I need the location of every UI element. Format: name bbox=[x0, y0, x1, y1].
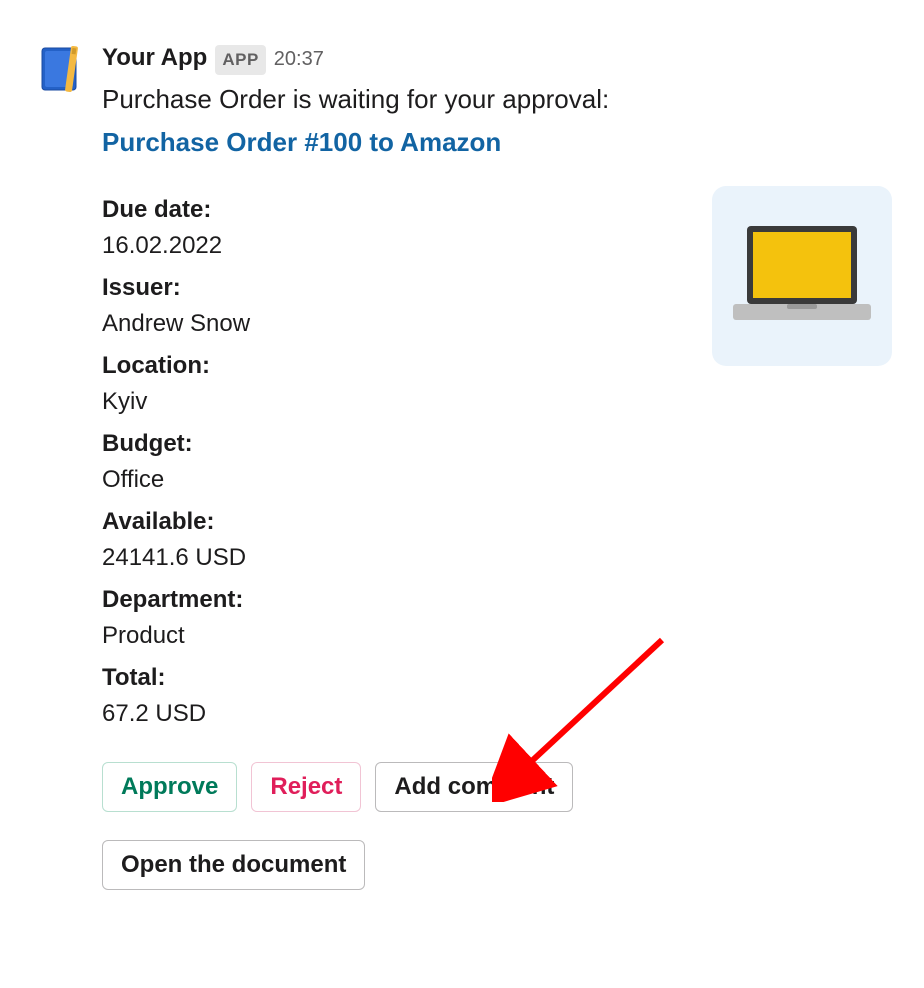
available-value: 24141.6 USD bbox=[102, 540, 688, 576]
due-date-label: Due date: bbox=[102, 192, 688, 228]
intro-text: Purchase Order is waiting for your appro… bbox=[102, 80, 892, 119]
item-thumbnail bbox=[712, 186, 892, 366]
location-label: Location: bbox=[102, 348, 688, 384]
department-label: Department: bbox=[102, 582, 688, 618]
add-comment-button[interactable]: Add comment bbox=[375, 762, 573, 812]
approve-button[interactable]: Approve bbox=[102, 762, 237, 812]
app-badge: APP bbox=[215, 45, 265, 75]
open-document-button[interactable]: Open the document bbox=[102, 840, 365, 890]
app-name: Your App bbox=[102, 40, 207, 76]
reject-button[interactable]: Reject bbox=[251, 762, 361, 812]
total-label: Total: bbox=[102, 660, 688, 696]
purchase-order-link[interactable]: Purchase Order #100 to Amazon bbox=[102, 123, 501, 162]
notebook-icon bbox=[32, 40, 88, 96]
available-label: Available: bbox=[102, 504, 688, 540]
budget-label: Budget: bbox=[102, 426, 688, 462]
message-header: Your App APP 20:37 bbox=[102, 40, 892, 76]
details-row: Due date: 16.02.2022 Issuer: Andrew Snow… bbox=[102, 186, 892, 738]
timestamp: 20:37 bbox=[274, 44, 324, 74]
department-value: Product bbox=[102, 618, 688, 654]
laptop-icon bbox=[727, 216, 877, 336]
slack-message: Your App APP 20:37 Purchase Order is wai… bbox=[32, 40, 892, 890]
budget-value: Office bbox=[102, 462, 688, 498]
app-avatar bbox=[32, 40, 88, 96]
action-buttons: Approve Reject Add comment Open the docu… bbox=[102, 762, 892, 890]
message-body: Your App APP 20:37 Purchase Order is wai… bbox=[102, 40, 892, 890]
due-date-value: 16.02.2022 bbox=[102, 228, 688, 264]
issuer-value: Andrew Snow bbox=[102, 306, 688, 342]
details-fields: Due date: 16.02.2022 Issuer: Andrew Snow… bbox=[102, 186, 688, 738]
total-value: 67.2 USD bbox=[102, 696, 688, 732]
issuer-label: Issuer: bbox=[102, 270, 688, 306]
location-value: Kyiv bbox=[102, 384, 688, 420]
